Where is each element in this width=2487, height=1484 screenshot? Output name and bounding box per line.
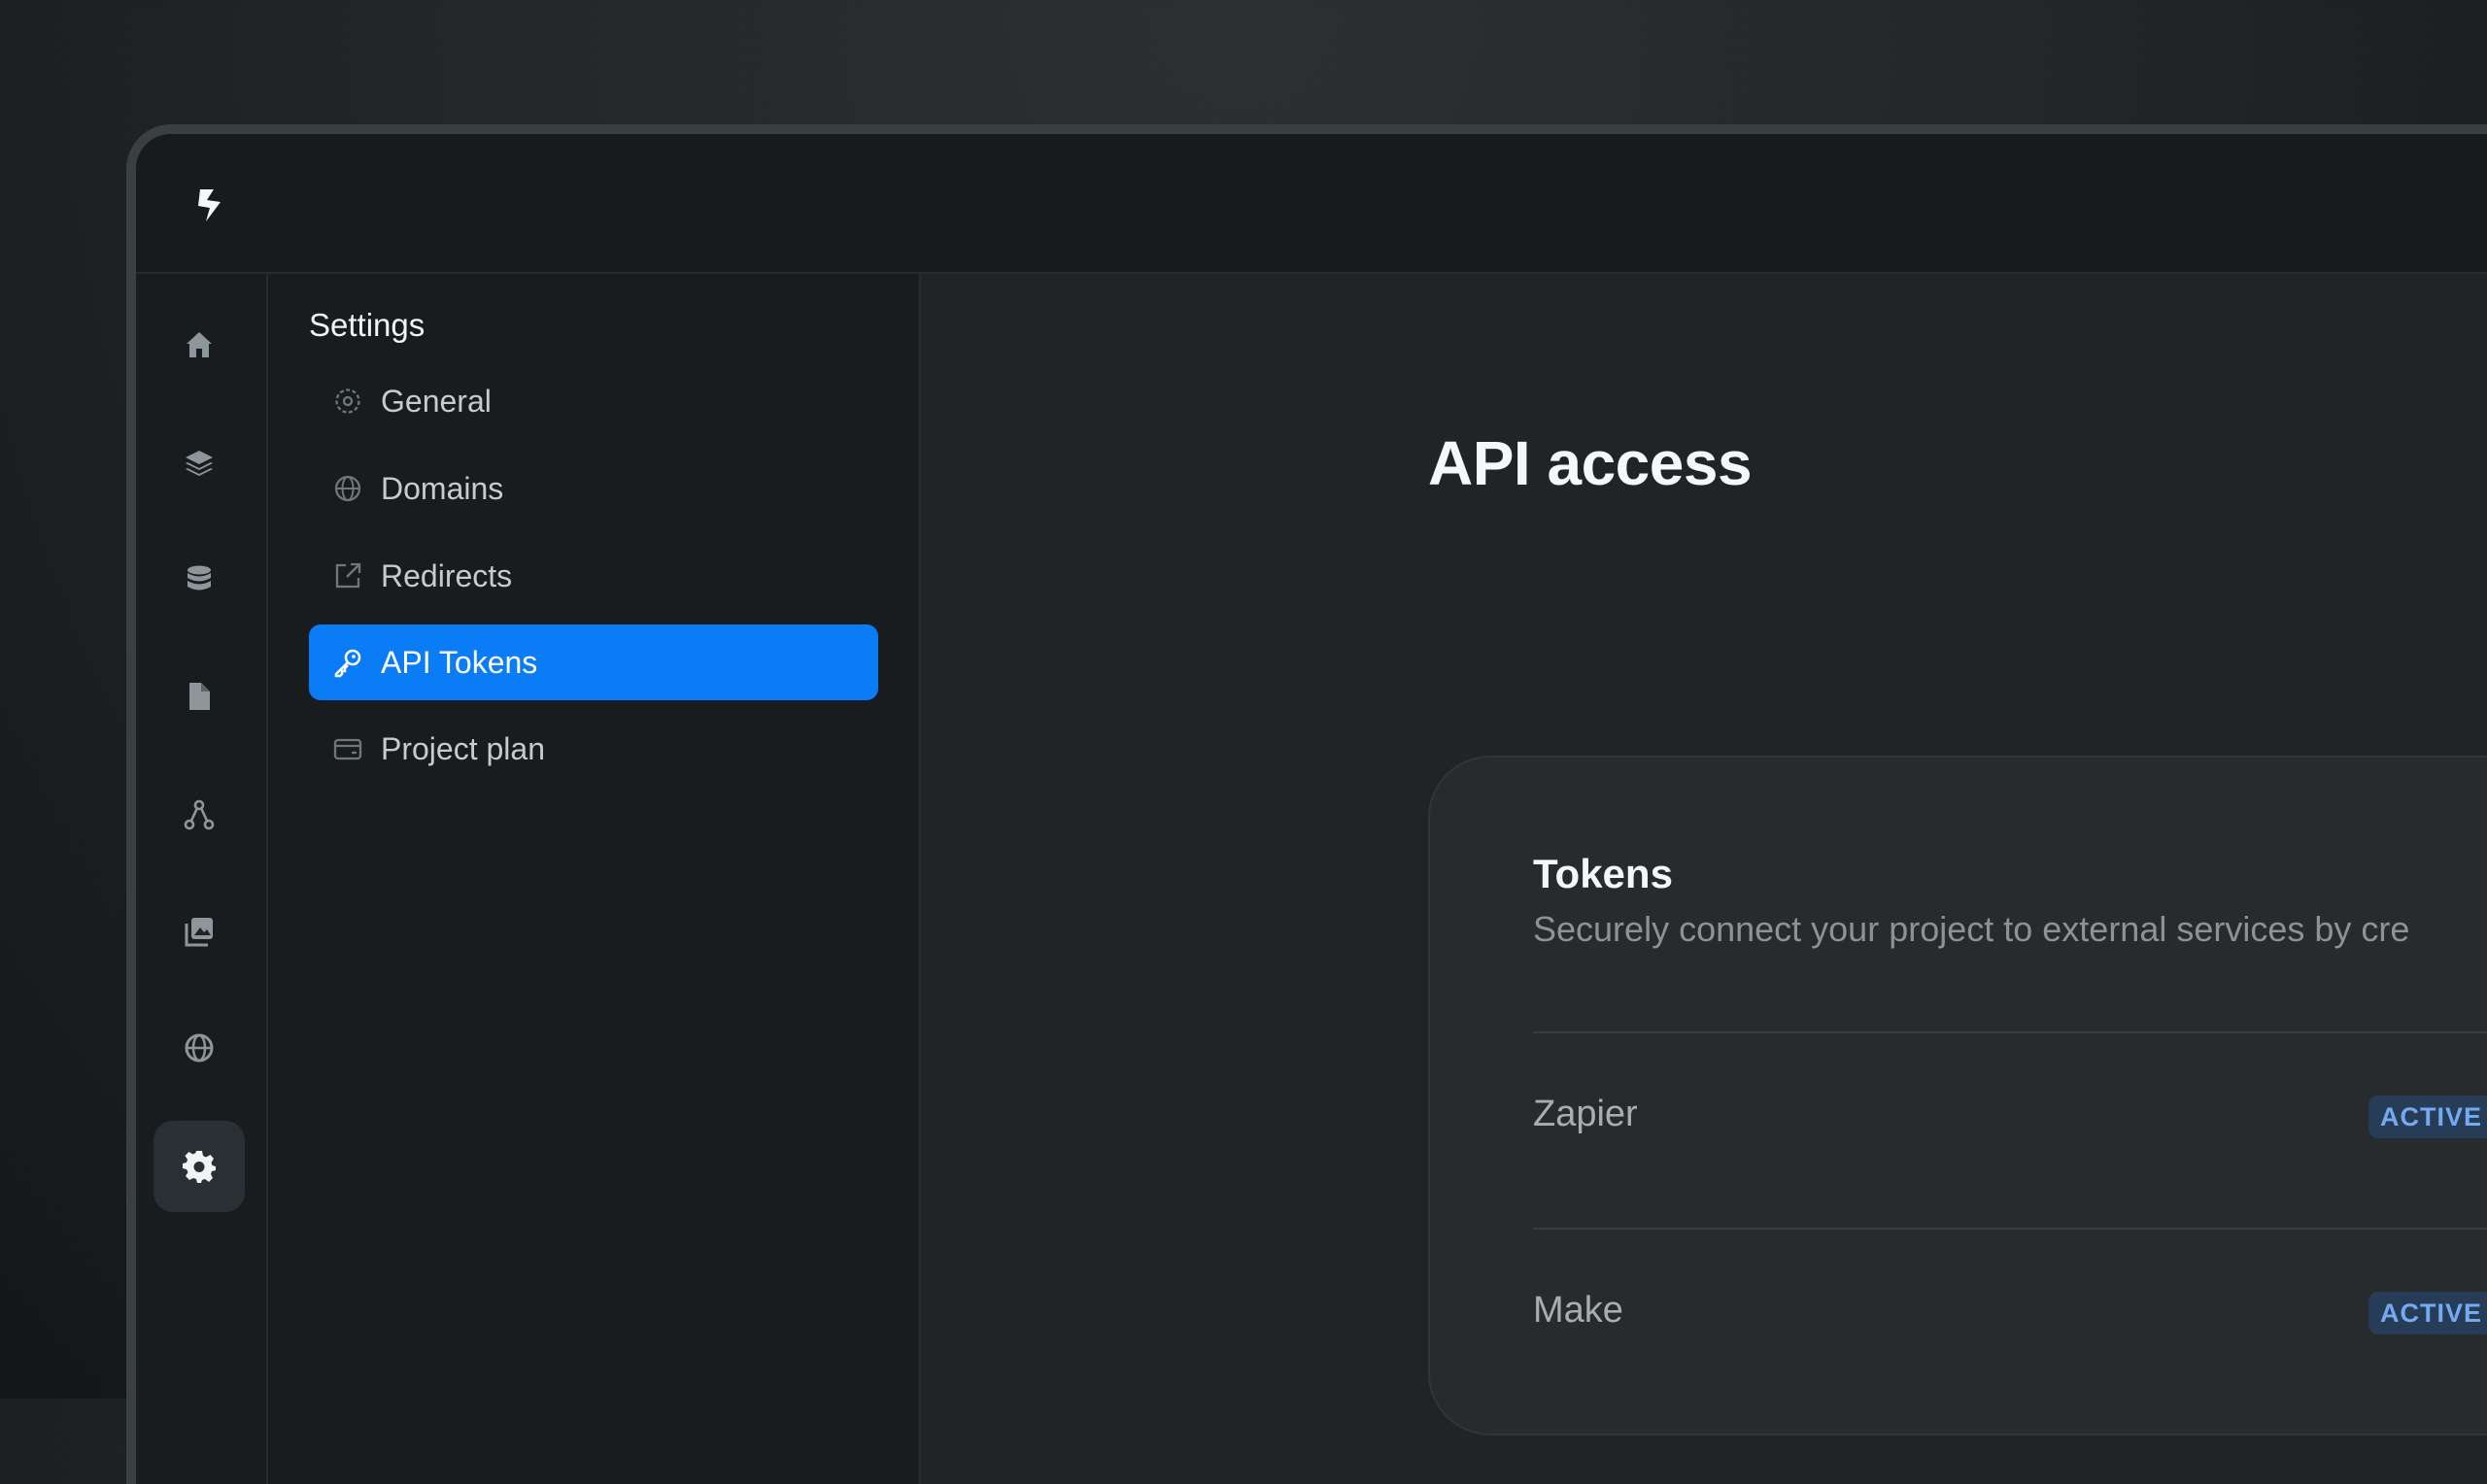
sidebar-item-general[interactable]: General	[309, 363, 878, 439]
settings-sidebar: Settings General Domains Redirects API T…	[268, 274, 921, 1484]
sidebar-item-label: Domains	[381, 470, 504, 506]
credit-card-icon	[333, 738, 362, 760]
main-content: API access Tokens Securely connect your …	[921, 274, 2487, 1484]
key-icon	[334, 649, 361, 678]
gear-icon	[183, 1151, 216, 1183]
rail-layers-button[interactable]	[153, 418, 245, 509]
card-title: Tokens	[1533, 851, 1673, 896]
token-row-zapier[interactable]: Zapier ACTIVE	[1533, 1068, 2487, 1165]
app-window: Settings General Domains Redirects API T…	[126, 124, 2487, 1484]
sidebar-item-label: General	[381, 383, 492, 419]
sidebar-item-api-tokens[interactable]: API Tokens	[309, 624, 878, 700]
image-gallery-icon	[185, 918, 213, 947]
gear-outline-icon	[335, 388, 360, 414]
home-icon	[187, 332, 212, 357]
rail-pages-button[interactable]	[153, 651, 245, 742]
token-name: Make	[1533, 1290, 1623, 1331]
tokens-card: Tokens Securely connect your project to …	[1428, 756, 2487, 1435]
token-row-make[interactable]: Make ACTIVE	[1533, 1265, 2487, 1362]
layers-icon	[186, 451, 213, 476]
sidebar-item-label: Project plan	[381, 730, 545, 766]
rail-media-button[interactable]	[153, 886, 245, 977]
rail-settings-button[interactable]	[153, 1121, 245, 1212]
rail-home-button[interactable]	[153, 299, 245, 390]
navigation-rail	[136, 274, 268, 1484]
sidebar-item-domains[interactable]: Domains	[309, 451, 878, 526]
page-title: API access	[1428, 428, 1753, 498]
settings-title: Settings	[309, 307, 426, 343]
status-badge: ACTIVE	[2368, 1096, 2487, 1138]
sidebar-item-label: Redirects	[381, 557, 513, 593]
brand-logo-icon[interactable]	[190, 185, 231, 225]
file-icon	[189, 683, 210, 710]
workflow-icon	[184, 799, 215, 830]
divider	[1533, 1228, 2487, 1230]
card-subtitle: Securely connect your project to externa…	[1533, 909, 2410, 949]
top-bar	[136, 134, 2487, 274]
token-name: Zapier	[1533, 1094, 1638, 1134]
sidebar-item-project-plan[interactable]: Project plan	[309, 711, 878, 787]
sidebar-item-label: API Tokens	[381, 644, 538, 680]
divider	[1533, 1031, 2487, 1033]
external-link-icon	[335, 562, 361, 589]
sidebar-item-redirects[interactable]: Redirects	[309, 538, 878, 614]
database-icon	[187, 565, 211, 590]
rail-workflows-button[interactable]	[153, 769, 245, 860]
rail-globe-button[interactable]	[153, 1002, 245, 1094]
rail-database-button[interactable]	[153, 534, 245, 625]
globe-icon	[185, 1033, 214, 1062]
globe-icon	[334, 475, 361, 502]
status-badge: ACTIVE	[2368, 1292, 2487, 1334]
